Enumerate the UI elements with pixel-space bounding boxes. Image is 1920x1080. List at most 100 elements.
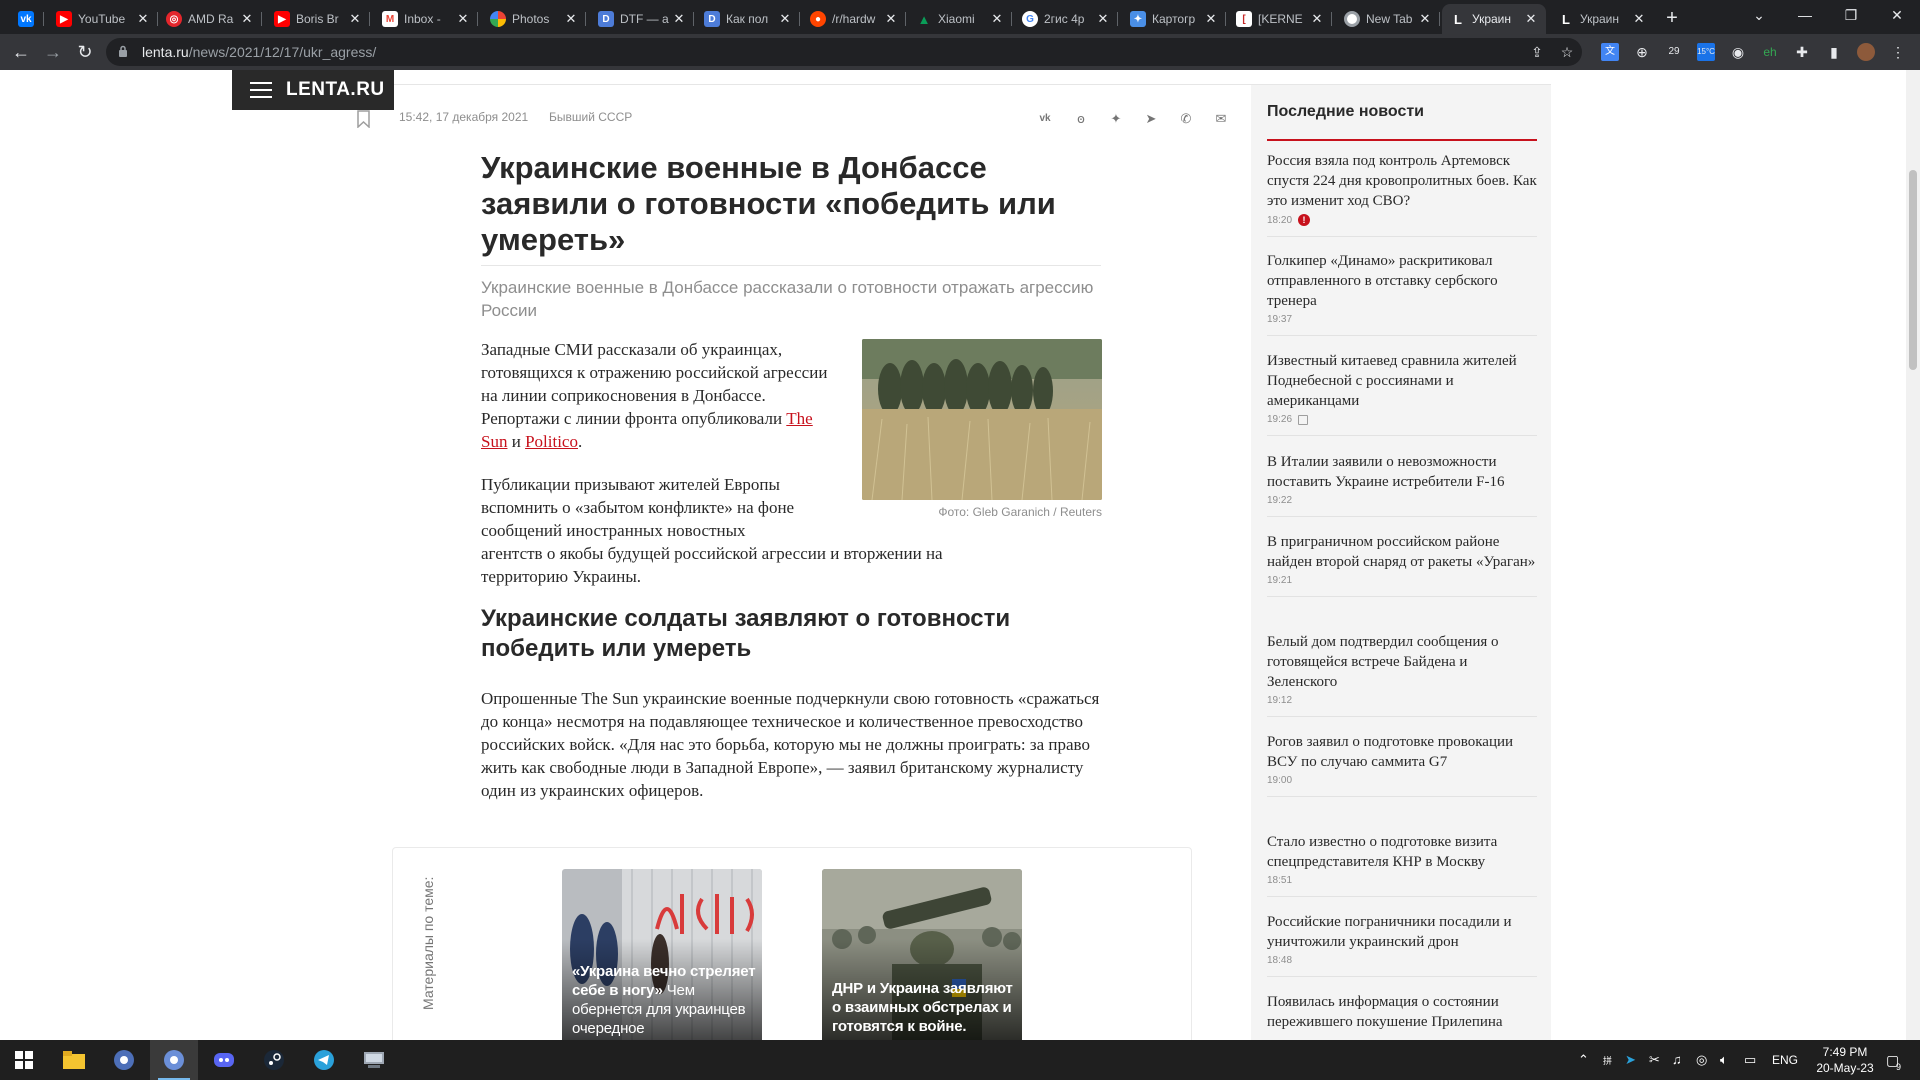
news-item[interactable]: Голкипер «Динамо» раскритиковал отправле… — [1267, 251, 1537, 336]
tab-google[interactable]: G 2гис 4р ✕ — [1014, 4, 1118, 34]
tab-youtube[interactable]: ▶ YouTube ✕ — [48, 4, 158, 34]
tab-inbox[interactable]: M Inbox - ✕ — [374, 4, 478, 34]
back-button[interactable]: ← — [9, 40, 33, 64]
close-icon[interactable]: ✕ — [884, 11, 898, 27]
news-item[interactable]: Белый дом подтвердил сообщения о готовящ… — [1267, 632, 1537, 717]
telegram-app[interactable] — [300, 1040, 348, 1080]
file-explorer-app[interactable] — [50, 1040, 98, 1080]
whatsapp-share-icon[interactable]: ✆ — [1177, 110, 1195, 128]
tab-lenta[interactable]: L Украин ✕ — [1550, 4, 1654, 34]
minimize-button[interactable]: — — [1782, 0, 1828, 30]
close-icon[interactable]: ✕ — [672, 11, 686, 27]
close-icon[interactable]: ✕ — [1632, 11, 1646, 27]
bookmark-star-icon[interactable]: ☆ — [1558, 43, 1576, 61]
address-bar[interactable]: lenta.ru/news/2021/12/17/ukr_agress/ ⇪ ☆ — [106, 38, 1582, 66]
site-header[interactable]: LENTA.RU — [232, 70, 394, 110]
discord-app[interactable] — [200, 1040, 248, 1080]
related-card-1[interactable]: «Украина вечно стреляет себе в ногу» Чем… — [562, 869, 762, 1040]
news-item[interactable]: Известный китаевед сравнила жителей Подн… — [1267, 351, 1537, 436]
close-icon[interactable]: ✕ — [1524, 11, 1538, 27]
ime-icon[interactable]: 拼 — [1603, 1054, 1612, 1067]
chrome-app[interactable] — [100, 1040, 148, 1080]
tab-kernel[interactable]: [ [KERNE ✕ — [1228, 4, 1332, 34]
telegram-share-icon[interactable]: ➤ — [1142, 110, 1160, 128]
close-icon[interactable]: ✕ — [456, 11, 470, 27]
menu-kebab-icon[interactable]: ⋮ — [1889, 43, 1907, 61]
tab-map[interactable]: ✦ Картогр ✕ — [1122, 4, 1226, 34]
speaker-icon[interactable]: 🔈︎ — [1720, 1052, 1728, 1068]
site-logo[interactable]: LENTA.RU — [286, 79, 385, 101]
spy-extension-icon[interactable]: ◉ — [1729, 43, 1747, 61]
network-drive-app[interactable] — [350, 1040, 398, 1080]
tab-vk[interactable]: vk — [10, 4, 44, 34]
news-item[interactable]: Российские пограничники посадили и уничт… — [1267, 912, 1537, 977]
extension-badge-icon[interactable]: 29 — [1665, 43, 1683, 61]
scrollbar-thumb[interactable] — [1909, 170, 1917, 370]
new-tab-button[interactable]: + — [1659, 6, 1685, 32]
page-scrollbar[interactable] — [1906, 70, 1920, 1040]
tab-photos[interactable]: Photos ✕ — [482, 4, 586, 34]
side-panel-icon[interactable]: ▮ — [1825, 43, 1843, 61]
eh-extension-icon[interactable]: eh — [1761, 43, 1779, 61]
bookmark-icon[interactable] — [357, 110, 370, 128]
hamburger-menu-icon[interactable] — [250, 77, 272, 103]
news-item[interactable]: В приграничном российском районе найден … — [1267, 532, 1537, 597]
tab-dtf-2[interactable]: D Как пол ✕ — [696, 4, 800, 34]
close-window-button[interactable]: ✕ — [1874, 0, 1920, 30]
news-item[interactable]: Появилась информация о состоянии пережив… — [1267, 992, 1537, 1032]
chrome-app-active[interactable] — [150, 1040, 198, 1080]
news-item[interactable]: Рогов заявил о подготовке провокации ВСУ… — [1267, 732, 1537, 797]
telegram-tray-icon[interactable]: ➤ — [1625, 1052, 1636, 1068]
share-icon[interactable]: ⇪ — [1528, 43, 1546, 61]
tab-reddit[interactable]: ● /r/hardw ✕ — [802, 4, 906, 34]
weather-icon[interactable]: 15°C — [1697, 43, 1715, 61]
latest-news-sidebar: Последние новости Россия взяла под контр… — [1251, 85, 1551, 1040]
close-icon[interactable]: ✕ — [564, 11, 578, 27]
close-icon[interactable]: ✕ — [1310, 11, 1324, 27]
vk-share-icon[interactable]: vk — [1036, 110, 1054, 128]
close-icon[interactable]: ✕ — [1418, 11, 1432, 27]
restore-button[interactable]: ❐ — [1828, 0, 1874, 30]
close-icon[interactable]: ✕ — [990, 11, 1004, 27]
system-clock[interactable]: 7:49 PM 20-May-23 — [1810, 1044, 1880, 1076]
steam-app[interactable] — [250, 1040, 298, 1080]
network-icon[interactable]: ▭ — [1744, 1052, 1756, 1068]
tab-dtf[interactable]: D DTF — a ✕ — [590, 4, 694, 34]
news-item[interactable]: Россия взяла под контроль Артемовск спус… — [1267, 151, 1537, 237]
odnoklassniki-share-icon[interactable]: ꙩ — [1072, 110, 1090, 128]
tab-xiaomi[interactable]: ▲ Xiaomi ✕ — [908, 4, 1012, 34]
tab-search-icon[interactable]: ⌄ — [1736, 0, 1782, 30]
news-item[interactable]: Стало известно о подготовке визита спецп… — [1267, 832, 1537, 897]
tray-chevron-icon[interactable]: ⌃ — [1578, 1052, 1589, 1068]
pin-tray-icon[interactable]: ✂ — [1649, 1052, 1660, 1068]
news-divider — [1267, 516, 1537, 517]
close-icon[interactable]: ✕ — [240, 11, 254, 27]
related-card-2[interactable]: ДНР и Украина заявляют о взаимных обстре… — [822, 869, 1022, 1040]
headset-tray-icon[interactable]: ♫ — [1672, 1052, 1682, 1067]
steam-tray-icon[interactable]: ◎ — [1696, 1052, 1707, 1068]
link-politico[interactable]: Politico — [525, 432, 578, 451]
forward-button[interactable]: → — [41, 40, 65, 64]
close-icon[interactable]: ✕ — [1204, 11, 1218, 27]
tab-new-tab[interactable]: New Tab ✕ — [1336, 4, 1440, 34]
close-icon[interactable]: ✕ — [778, 11, 792, 27]
close-icon[interactable]: ✕ — [136, 11, 150, 27]
language-indicator[interactable]: ENG — [1772, 1053, 1798, 1067]
translate-icon[interactable]: 文 — [1601, 43, 1619, 61]
avatar[interactable] — [1857, 43, 1875, 61]
news-item[interactable]: В Италии заявили о невозможности постави… — [1267, 452, 1537, 517]
tab-lenta-active[interactable]: L Украин ✕ — [1442, 4, 1546, 34]
tab-amd[interactable]: ◎ AMD Ra ✕ — [158, 4, 262, 34]
related-card-1-text: «Украина вечно стреляет себе в ногу» Чем… — [572, 963, 756, 1037]
article-rubric[interactable]: Бывший СССР — [549, 110, 632, 124]
email-share-icon[interactable]: ✉ — [1212, 110, 1230, 128]
start-button[interactable] — [0, 1040, 48, 1080]
reload-button[interactable]: ↻ — [73, 40, 97, 64]
twitter-share-icon[interactable]: ✦ — [1107, 110, 1125, 128]
extensions-puzzle-icon[interactable]: ✚ — [1793, 43, 1811, 61]
close-icon[interactable]: ✕ — [348, 11, 362, 27]
news-divider — [1267, 335, 1537, 336]
globe-icon[interactable]: ⊕ — [1633, 43, 1651, 61]
tab-boris[interactable]: ▶ Boris Br ✕ — [266, 4, 370, 34]
close-icon[interactable]: ✕ — [1096, 11, 1110, 27]
